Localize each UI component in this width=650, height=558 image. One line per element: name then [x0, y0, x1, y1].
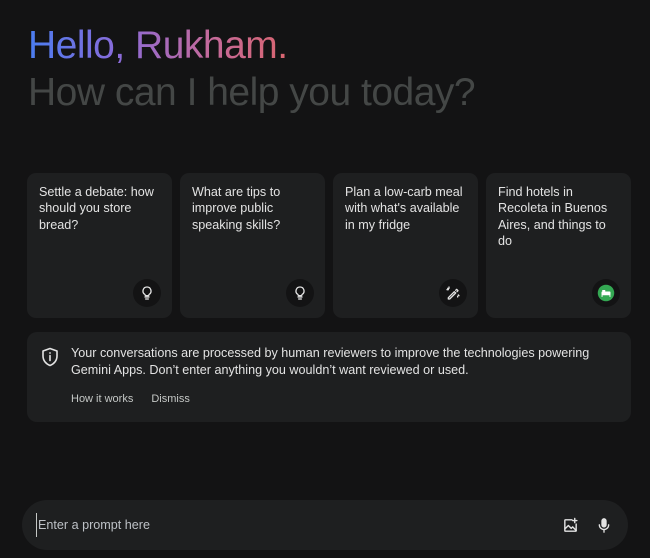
suggestion-card-public-speaking[interactable]: What are tips to improve public speaking… — [180, 173, 325, 318]
suggestion-card-bread[interactable]: Settle a debate: how should you store br… — [27, 173, 172, 318]
google-hotels-icon — [592, 279, 620, 307]
prompt-bar — [22, 500, 628, 550]
gemini-home: Hello, Rukham. How can I help you today?… — [0, 0, 650, 558]
how-it-works-link[interactable]: How it works — [71, 392, 133, 406]
suggestion-cards: Settle a debate: how should you store br… — [27, 173, 631, 318]
privacy-notice: Your conversations are processed by huma… — [27, 332, 631, 422]
shield-info-icon — [41, 347, 59, 367]
lightbulb-icon — [133, 279, 161, 307]
greeting-title: Hello, Rukham. — [28, 24, 288, 68]
dismiss-button[interactable]: Dismiss — [151, 392, 190, 406]
suggestion-card-text: Plan a low-carb meal with what's availab… — [345, 185, 463, 232]
privacy-notice-text: Your conversations are processed by huma… — [71, 346, 590, 377]
greeting-subtitle: How can I help you today? — [28, 71, 476, 114]
prompt-input[interactable] — [36, 513, 538, 537]
suggestion-card-low-carb-meal[interactable]: Plan a low-carb meal with what's availab… — [333, 173, 478, 318]
suggestion-card-text: Settle a debate: how should you store br… — [39, 185, 154, 232]
add-image-icon[interactable] — [559, 514, 581, 536]
suggestion-card-hotels[interactable]: Find hotels in Recoleta in Buenos Aires,… — [486, 173, 631, 318]
lightbulb-icon — [286, 279, 314, 307]
microphone-icon[interactable] — [593, 514, 615, 536]
privacy-notice-actions: How it works Dismiss — [71, 392, 190, 406]
suggestion-card-text: Find hotels in Recoleta in Buenos Aires,… — [498, 185, 608, 248]
greeting-hello: Hello, Rukham. — [28, 24, 288, 67]
pencil-sparkle-icon — [439, 279, 467, 307]
suggestion-card-text: What are tips to improve public speaking… — [192, 185, 281, 232]
